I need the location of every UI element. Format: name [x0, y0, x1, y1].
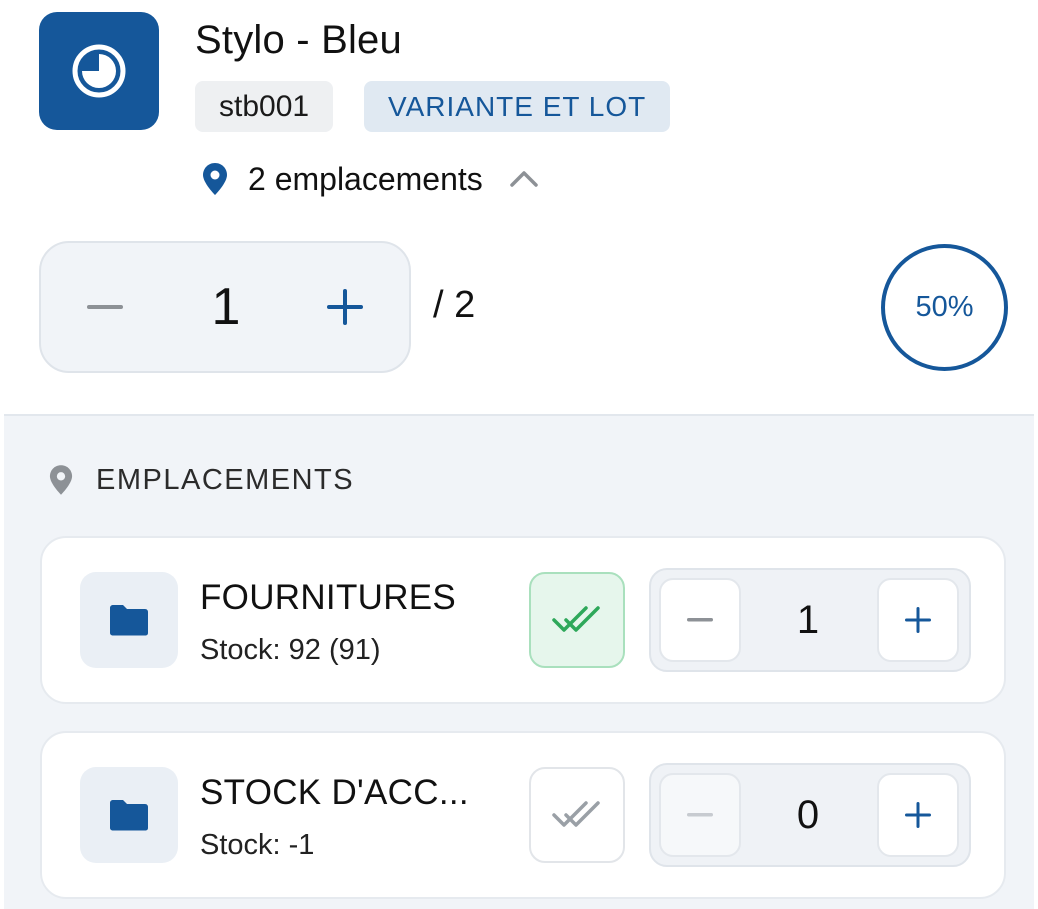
location-increment-button[interactable] [877, 773, 959, 857]
location-name: FOURNITURES [200, 578, 457, 617]
section-title: EMPLACEMENTS [96, 463, 355, 496]
location-quantity-value[interactable]: 1 [743, 570, 873, 670]
increment-button[interactable] [295, 243, 395, 371]
sku-badge: stb001 [195, 81, 334, 132]
validate-button[interactable] [529, 572, 625, 668]
minus-icon [687, 618, 713, 622]
decrement-button[interactable] [55, 243, 155, 371]
plus-icon [327, 289, 363, 325]
plus-icon [905, 607, 931, 633]
location-quantity-stepper: 1 [649, 568, 971, 672]
locations-count: 2 emplacements [248, 160, 483, 197]
locations-section: EMPLACEMENTS FOURNITURES Stock: 92 (91) … [4, 414, 1034, 909]
location-quantity-value[interactable]: 0 [743, 765, 873, 865]
locations-toggle[interactable]: 2 emplacements [200, 155, 541, 203]
location-card: FOURNITURES Stock: 92 (91) 1 [40, 536, 1006, 704]
location-quantity-stepper: 0 [649, 763, 971, 867]
location-stock: Stock: -1 [200, 829, 315, 861]
location-decrement-button[interactable] [659, 773, 741, 857]
double-check-icon [552, 606, 600, 632]
location-name: STOCK D'ACC... [200, 773, 469, 812]
quantity-value[interactable]: 1 [161, 243, 291, 371]
minus-icon [687, 813, 713, 817]
variant-lot-badge: VARIANTE ET LOT [364, 81, 671, 132]
map-pin-icon [200, 159, 230, 199]
location-stock: Stock: 92 (91) [200, 634, 381, 666]
plus-icon [905, 802, 931, 828]
location-card: STOCK D'ACC... Stock: -1 0 [40, 731, 1006, 899]
folder-icon [80, 572, 178, 668]
chevron-up-icon[interactable] [507, 164, 541, 194]
quantity-total: / 2 [433, 284, 476, 326]
minus-icon [87, 305, 123, 309]
clock-icon [72, 44, 126, 98]
map-pin-icon [48, 462, 74, 498]
location-increment-button[interactable] [877, 578, 959, 662]
validate-button[interactable] [529, 767, 625, 863]
section-header: EMPLACEMENTS [48, 460, 354, 500]
progress-circle: 50% [881, 244, 1008, 371]
folder-icon [80, 767, 178, 863]
double-check-icon [552, 801, 600, 827]
product-icon [39, 12, 159, 130]
location-decrement-button[interactable] [659, 578, 741, 662]
quantity-stepper: 1 [39, 241, 411, 373]
product-title: Stylo - Bleu [195, 18, 402, 62]
